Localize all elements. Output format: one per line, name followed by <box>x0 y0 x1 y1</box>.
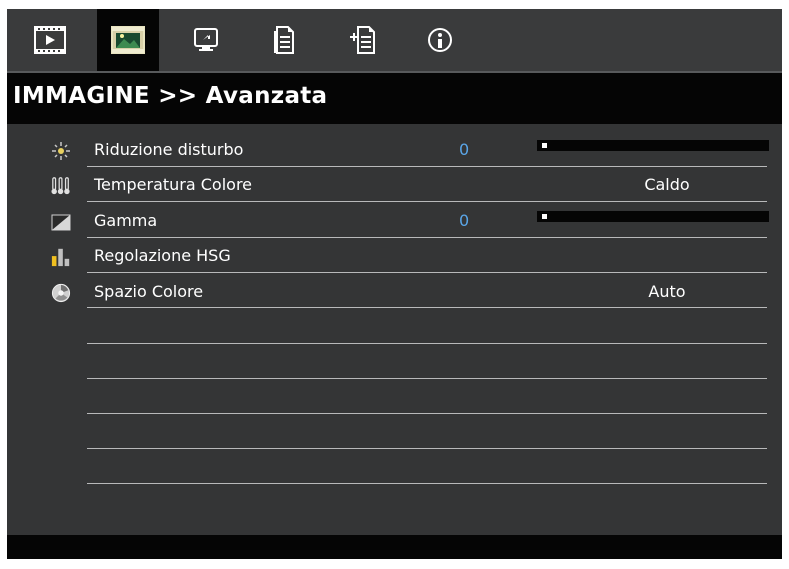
row-divider <box>87 483 767 484</box>
tab-info[interactable] <box>409 9 471 71</box>
tab-document-add[interactable] <box>331 9 393 71</box>
menu-item-number: 0 <box>459 211 470 230</box>
screen-icon <box>194 28 218 51</box>
tab-play[interactable] <box>19 9 81 71</box>
info-icon <box>428 28 452 52</box>
row-divider <box>87 378 767 379</box>
play-icon <box>34 26 66 54</box>
menu-item-color-space[interactable]: Spazio Colore Auto <box>7 275 782 309</box>
hsg-bars-icon <box>51 247 71 267</box>
document-icon <box>274 26 294 54</box>
menu-item-label: Regolazione HSG <box>94 246 231 265</box>
gamma-icon <box>51 212 71 232</box>
menu-item-label: Gamma <box>94 211 158 230</box>
gamma-slider[interactable] <box>537 211 769 222</box>
menu-item-label: Spazio Colore <box>94 282 204 301</box>
menu-item-value: Auto <box>648 282 686 301</box>
tab-document[interactable] <box>253 9 315 71</box>
menu-item-number: 0 <box>459 140 470 159</box>
thermometer-icon <box>51 176 71 196</box>
row-divider <box>87 448 767 449</box>
row-divider <box>87 272 767 273</box>
tab-screen[interactable] <box>175 9 237 71</box>
row-divider <box>87 413 767 414</box>
menu-item-noise-reduction[interactable]: Riduzione disturbo 0 <box>7 133 782 167</box>
menu-item-value: Caldo <box>644 175 690 194</box>
title-bar: IMMAGINE >> Avanzata <box>7 73 782 124</box>
menu-item-gamma[interactable]: Gamma 0 <box>7 204 782 238</box>
menu-item-label: Riduzione disturbo <box>94 140 244 159</box>
color-space-icon <box>51 283 71 303</box>
row-divider <box>87 201 767 202</box>
row-divider <box>87 307 767 308</box>
osd-menu: IMMAGINE >> Avanzata Riduzione disturbo … <box>7 9 782 559</box>
menu-item-hsg-adjustment[interactable]: Regolazione HSG <box>7 239 782 273</box>
noise-reduction-icon <box>51 141 71 161</box>
row-divider <box>87 237 767 238</box>
row-divider <box>87 343 767 344</box>
page-title: IMMAGINE >> Avanzata <box>13 83 328 109</box>
menu-item-color-temperature[interactable]: Temperatura Colore Caldo <box>7 168 782 202</box>
noise-reduction-slider[interactable] <box>537 140 769 151</box>
tab-bar <box>7 9 782 71</box>
status-bar <box>7 535 782 559</box>
slider-knob[interactable] <box>542 214 547 219</box>
menu-item-label: Temperatura Colore <box>94 175 253 194</box>
image-icon <box>111 26 145 54</box>
tab-image[interactable] <box>97 9 159 71</box>
slider-knob[interactable] <box>542 143 547 148</box>
document-add-icon <box>350 26 375 54</box>
row-divider <box>87 166 767 167</box>
